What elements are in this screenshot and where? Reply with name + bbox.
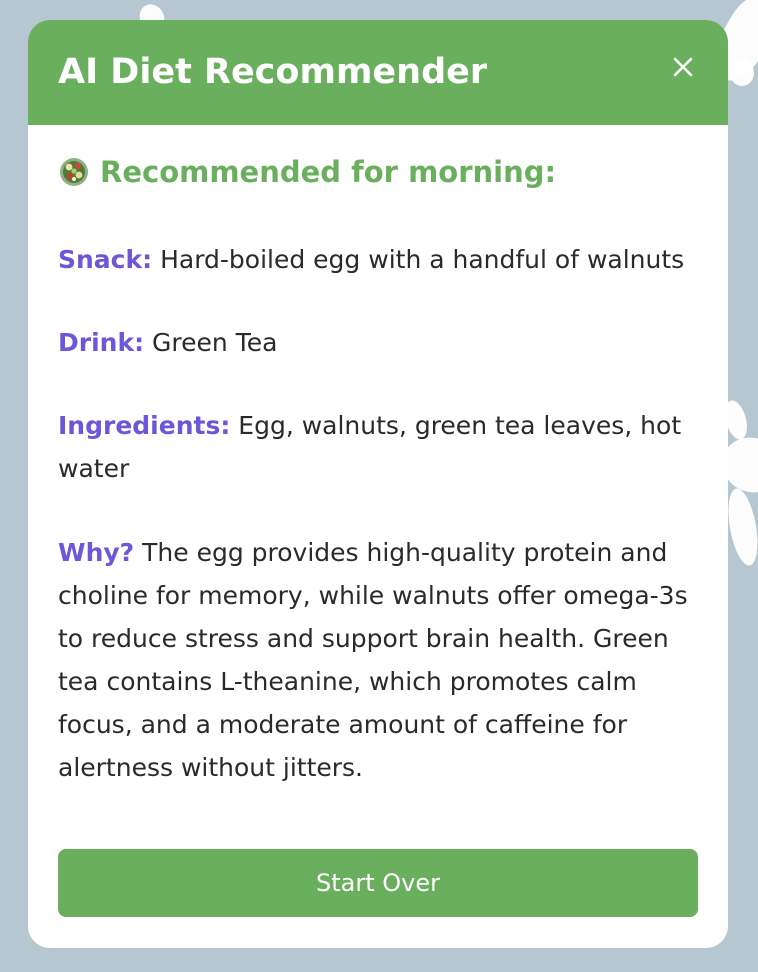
snack-value: Hard-boiled egg with a handful of walnut…	[160, 245, 685, 274]
close-icon	[673, 57, 693, 77]
why-paragraph: Why? The egg provides high-quality prote…	[58, 531, 704, 789]
background-petal	[723, 486, 758, 568]
snack-line: Snack: Hard-boiled egg with a handful of…	[58, 238, 704, 281]
drink-value: Green Tea	[152, 328, 278, 357]
ingredients-label: Ingredients:	[58, 411, 231, 440]
close-button[interactable]	[671, 55, 695, 79]
salad-bowl-icon	[60, 158, 88, 186]
drink-label: Drink:	[58, 328, 145, 357]
diet-recommender-modal: AI Diet Recommender Recommended for morn…	[28, 20, 728, 948]
recommendation-heading-text: Recommended for morning:	[100, 155, 557, 189]
modal-header: AI Diet Recommender	[28, 20, 728, 125]
snack-label: Snack:	[58, 245, 153, 274]
start-over-button[interactable]: Start Over	[58, 849, 698, 917]
modal-title: AI Diet Recommender	[58, 52, 488, 92]
background-petal	[730, 60, 754, 86]
why-label: Why?	[58, 538, 135, 567]
recommendation-heading: Recommended for morning:	[58, 152, 556, 192]
ingredients-line: Ingredients: Egg, walnuts, green tea lea…	[58, 404, 704, 490]
why-value: The egg provides high-quality protein an…	[58, 538, 688, 782]
drink-line: Drink: Green Tea	[58, 321, 704, 364]
